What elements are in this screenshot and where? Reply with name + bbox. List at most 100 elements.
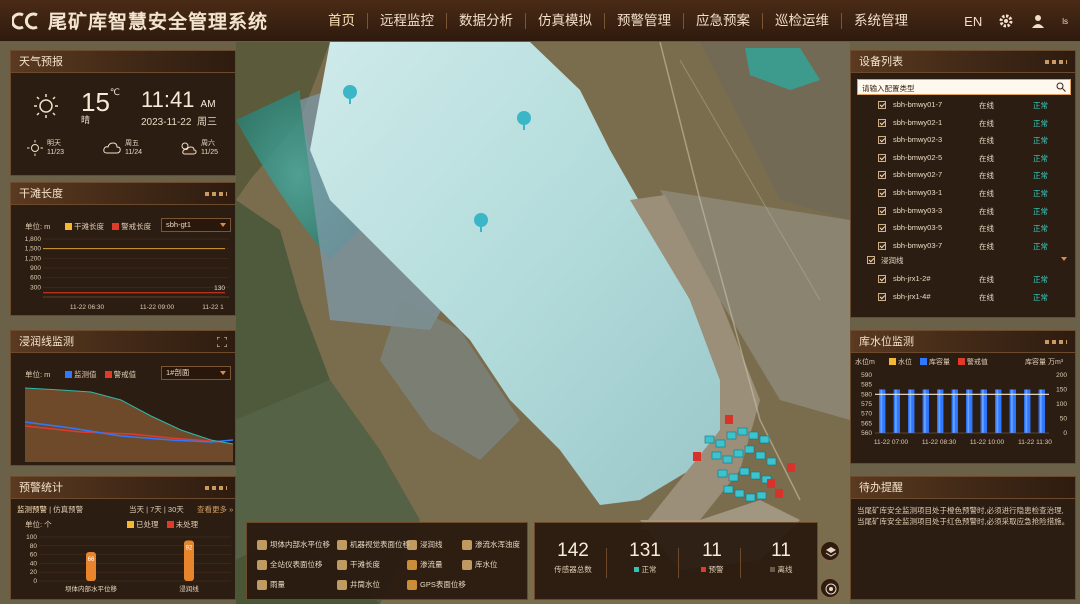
bar-highlight	[1025, 389, 1028, 433]
nav-remote-monitor[interactable]: 远程监控	[368, 0, 446, 42]
device-row[interactable]: sbh-bmwy02-3 在线 正常	[851, 132, 1077, 149]
device-checkbox[interactable]	[878, 206, 886, 215]
stat-number: 142	[557, 540, 589, 561]
user-icon[interactable]	[1030, 13, 1046, 29]
device-health: 正常	[1033, 275, 1048, 284]
device-row[interactable]: sbh-jrx1-4# 在线 正常	[851, 289, 1077, 306]
device-checkbox[interactable]	[878, 101, 886, 109]
device-checkbox[interactable]	[878, 136, 886, 145]
device-checkbox[interactable]	[878, 275, 886, 283]
device-health: 正常	[1033, 101, 1048, 110]
layer-label: 井筒水位	[350, 580, 380, 589]
device-search-input[interactable]: 请输入配置类型	[857, 79, 1071, 95]
layer-legend-item[interactable]: 全站仪表面位移	[257, 559, 323, 570]
device-row[interactable]: sbh-bmwy02-5 在线 正常	[851, 150, 1077, 167]
alarm-legend: 已处理 未处理	[121, 519, 198, 530]
bar-highlight	[982, 389, 984, 433]
bar-value-label: 66	[88, 557, 95, 563]
device-checkbox[interactable]	[878, 153, 886, 162]
x-tick-label: 11-22 07:00	[874, 439, 909, 446]
y-tick-label: 900	[30, 265, 41, 272]
bar-highlight	[1011, 389, 1013, 433]
device-name: sbh-bmwy02-1	[893, 117, 943, 127]
layer-legend-item[interactable]: 干滩长度	[337, 559, 380, 570]
tab-monitor-alarm[interactable]: 监测预警	[17, 505, 47, 514]
device-checkbox[interactable]	[878, 118, 886, 127]
device-row[interactable]: sbh-bmwy03-1 在线 正常	[851, 185, 1077, 202]
device-status: 在线	[979, 136, 994, 146]
range-30d[interactable]: 30天	[168, 505, 184, 514]
device-row[interactable]: sbh-bmwy02-1 在线 正常	[851, 115, 1077, 132]
layer-legend-item[interactable]: 机器视觉表面位移	[337, 539, 410, 550]
layer-legend-item[interactable]: 库水位	[462, 559, 498, 570]
view-more-link[interactable]: 查看更多 »	[197, 504, 233, 515]
device-row[interactable]: sbh-bmwy01-7 在线 正常	[851, 97, 1077, 114]
x-tick-label: 浸润线	[179, 584, 199, 593]
nav-system[interactable]: 系统管理	[842, 0, 920, 42]
device-row[interactable]: sbh-bmwy03-5 在线 正常	[851, 220, 1077, 237]
device-row[interactable]: sbh-bmwy03-3 在线 正常	[851, 203, 1077, 220]
device-status: 在线	[979, 153, 994, 163]
layer-icon	[407, 539, 417, 550]
layer-label: 全站仪表面位移	[270, 560, 323, 569]
device-checkbox[interactable]	[878, 293, 886, 301]
gear-icon[interactable]	[998, 13, 1014, 29]
device-checkbox[interactable]	[878, 189, 886, 197]
y-tick-label: 80	[30, 543, 38, 550]
y-tick-label: 1,200	[25, 255, 42, 262]
layer-legend-item[interactable]: GPS表面位移	[407, 579, 466, 590]
nav-simulation[interactable]: 仿真模拟	[526, 0, 604, 42]
stat-label: 正常	[620, 564, 670, 575]
water-level-chart: 590 585 580 575 570 565 560 200 150 100 50 0 11-22 0…	[861, 372, 1067, 446]
expand-icon[interactable]	[217, 337, 227, 347]
top-header: 尾矿库智慧安全管理系统 首页 远程监控 数据分析 仿真模拟 预警管理 应急预案 …	[0, 0, 1080, 42]
language-switch[interactable]: EN	[964, 14, 982, 29]
device-checkbox[interactable]	[878, 224, 886, 233]
alarm-stats-panel: 预警统计 监测预警 | 仿真预警 当天 | 7天 | 30天 查看更多 » 单位…	[10, 476, 236, 600]
layers-button[interactable]	[820, 541, 840, 561]
layer-legend-item[interactable]: 井筒水位	[337, 579, 380, 590]
layer-legend-item[interactable]: 渗流水浑浊度	[462, 539, 520, 550]
device-status: 在线	[979, 241, 994, 251]
device-group-phreatic[interactable]: 浸润线	[851, 252, 1077, 269]
device-status: 在线	[979, 171, 994, 181]
main-nav: 首页 远程监控 数据分析 仿真模拟 预警管理 应急预案 巡检运维 系统管理	[316, 0, 920, 42]
layer-legend-item[interactable]: 坝体内部水平位移	[257, 539, 330, 550]
layer-legend-item[interactable]: 浸润线	[407, 539, 443, 550]
beach-sensor-select[interactable]: sbh-gt1	[161, 218, 231, 232]
nav-inspection[interactable]: 巡检运维	[763, 0, 841, 42]
nav-warning[interactable]: 预警管理	[605, 0, 683, 42]
device-row[interactable]: sbh-jrx1-2# 在线 正常	[851, 271, 1077, 288]
x-tick-label: 坝体内部水平位移	[65, 584, 118, 593]
bar-value-label: 92	[186, 546, 193, 552]
section-select[interactable]: 1#剖面	[161, 366, 231, 380]
beach-length-panel: 干滩长度 单位: m 干滩长度 警戒长度 sbh-gt1 1,800 1,500 1…	[10, 182, 236, 316]
bar-highlight	[924, 389, 926, 433]
layer-icon	[462, 559, 472, 570]
layer-icon	[407, 559, 417, 570]
tab-sim-alarm[interactable]: 仿真预警	[53, 505, 83, 514]
range-today[interactable]: 当天	[129, 505, 144, 514]
locate-button[interactable]	[820, 578, 840, 598]
water-title: 库水位监测	[851, 331, 1075, 353]
alarm-bar-chart: 100 80 6040 20 0 66 坝体内部水平位移 92 浸润线	[26, 534, 231, 593]
nav-emergency[interactable]: 应急预案	[684, 0, 762, 42]
beach-length-chart: 1,800 1,500 1,200 900 600 300 11-22 06:30 11-22…	[25, 236, 229, 311]
nav-data-analysis[interactable]: 数据分析	[447, 0, 525, 42]
range-7d[interactable]: 7天	[150, 505, 162, 514]
device-status: 在线	[979, 224, 994, 234]
device-health: 正常	[1033, 118, 1048, 128]
search-icon[interactable]	[1056, 82, 1066, 92]
beach-title: 干滩长度	[11, 183, 235, 205]
layer-legend-item[interactable]: 雨量	[257, 579, 285, 590]
layer-legend-item[interactable]: 渗流量	[407, 559, 443, 570]
device-row[interactable]: sbh-bmwy02-7 在线 正常	[851, 167, 1077, 184]
y-tick-label: 600	[30, 275, 41, 282]
alarm-tabs: 监测预警 | 仿真预警	[17, 505, 84, 514]
device-checkbox[interactable]	[878, 171, 886, 180]
device-health: 正常	[1033, 293, 1048, 302]
device-health: 正常	[1033, 136, 1048, 146]
nav-home[interactable]: 首页	[316, 0, 367, 42]
device-checkbox[interactable]	[878, 241, 886, 250]
layer-icon	[407, 579, 417, 590]
